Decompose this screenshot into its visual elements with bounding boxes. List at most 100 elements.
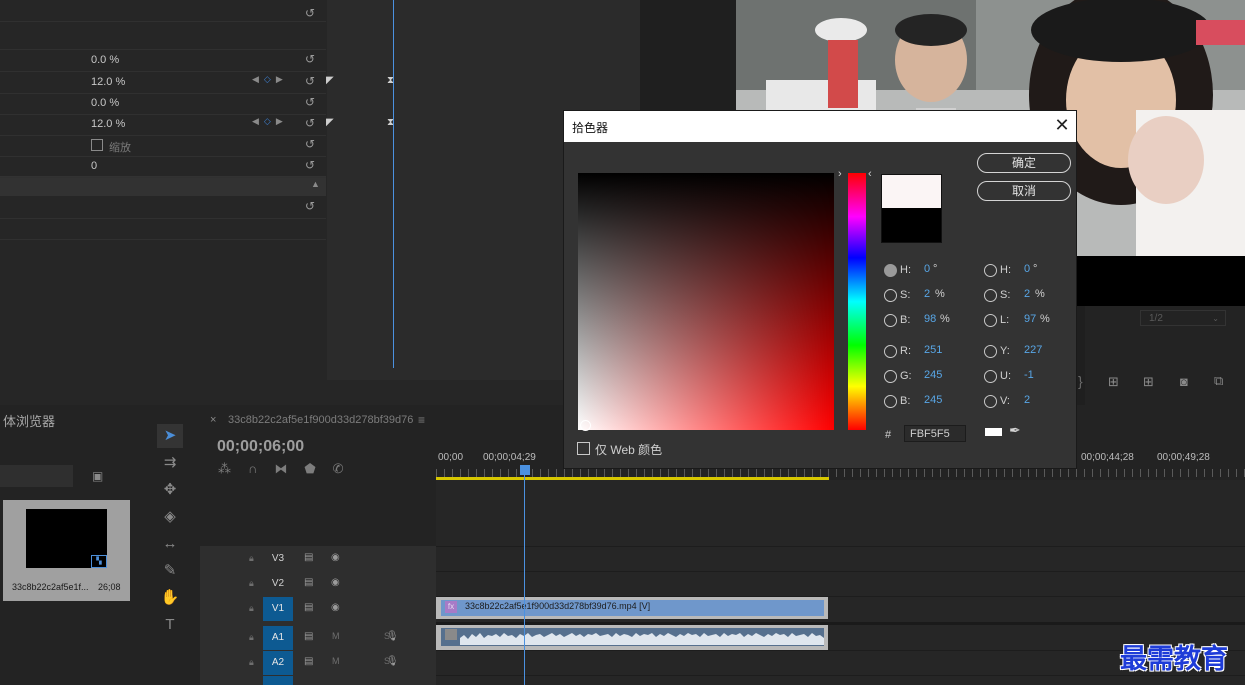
dialog-titlebar[interactable] bbox=[564, 111, 1076, 142]
yuv-v-value[interactable]: 2 bbox=[1024, 394, 1030, 406]
hsb-s-radio[interactable] bbox=[884, 289, 897, 302]
eye-icon[interactable]: ◉ bbox=[331, 552, 340, 563]
reset-icon[interactable]: ↺ bbox=[305, 95, 315, 109]
hsl-l-radio[interactable] bbox=[984, 314, 997, 327]
rgb-r-radio[interactable] bbox=[884, 345, 897, 358]
hand-tool-icon[interactable]: ✋ bbox=[157, 586, 183, 610]
hue-slider[interactable] bbox=[848, 173, 866, 430]
hue-arrow-right-icon[interactable]: › bbox=[838, 168, 842, 180]
reset-icon[interactable]: ↺ bbox=[305, 199, 315, 213]
panel-menu-icon[interactable]: ≡ bbox=[418, 413, 425, 427]
cancel-button[interactable]: 取消 bbox=[977, 181, 1071, 201]
lock-icon[interactable]: 🔒︎ bbox=[249, 553, 254, 564]
sync-lock-icon[interactable]: ▤ bbox=[304, 552, 313, 563]
ok-button[interactable]: 确定 bbox=[977, 153, 1071, 173]
rgb-g-radio[interactable] bbox=[884, 370, 897, 383]
razor-tool-icon[interactable]: ◈ bbox=[157, 505, 183, 529]
collapse-arrow-icon[interactable]: ▲ bbox=[311, 179, 320, 189]
slip-tool-icon[interactable]: ↔ bbox=[157, 532, 183, 556]
web-colors-checkbox[interactable] bbox=[577, 442, 590, 455]
hsl-h-radio[interactable] bbox=[984, 264, 997, 277]
hsb-s-value[interactable]: 2 bbox=[924, 288, 930, 300]
yuv-u-radio[interactable] bbox=[984, 370, 997, 383]
panel-title[interactable]: 体浏览器 bbox=[3, 411, 55, 430]
close-icon[interactable]: × bbox=[210, 414, 216, 426]
eye-icon[interactable]: ◉ bbox=[331, 577, 340, 588]
reset-icon[interactable]: ↺ bbox=[305, 116, 315, 130]
hue-arrow-left-icon[interactable]: ‹ bbox=[868, 168, 872, 180]
eye-icon[interactable]: ◉ bbox=[331, 602, 340, 613]
swatch-frame bbox=[881, 174, 942, 243]
hsb-b-value[interactable]: 98 bbox=[924, 313, 936, 325]
sync-lock-icon[interactable]: ▤ bbox=[304, 631, 313, 642]
yuv-y-radio[interactable] bbox=[984, 345, 997, 358]
eyedropper-icon[interactable]: ✒ bbox=[1009, 422, 1021, 439]
hsl-l-value[interactable]: 97 bbox=[1024, 313, 1036, 325]
button-editor-icon[interactable]: ⧉ bbox=[1214, 373, 1223, 389]
wrench-icon[interactable]: ✆ bbox=[333, 461, 361, 476]
reset-icon[interactable]: ↺ bbox=[305, 6, 315, 20]
ripple-edit-tool-icon[interactable]: ✥ bbox=[157, 478, 183, 502]
track-select-tool-icon[interactable]: ⇉ bbox=[157, 451, 183, 475]
linked-selection-icon[interactable]: ⧓ bbox=[274, 461, 304, 476]
effect-playhead[interactable] bbox=[393, 0, 394, 368]
lock-icon[interactable]: 🔒︎ bbox=[249, 657, 254, 668]
hsl-s-radio[interactable] bbox=[984, 289, 997, 302]
keyframe-navigator[interactable]: ◀◇▶ bbox=[252, 74, 288, 85]
effect-section-header[interactable]: ▲ bbox=[0, 176, 326, 196]
hsb-h-radio[interactable] bbox=[884, 264, 897, 277]
reset-icon[interactable]: ↺ bbox=[305, 137, 315, 151]
snap-icon[interactable]: ∩ bbox=[248, 461, 274, 476]
hsl-h-value[interactable]: 0 bbox=[1024, 263, 1030, 275]
close-icon[interactable]: ✕ bbox=[1052, 113, 1072, 137]
selection-tool-icon[interactable]: ➤ bbox=[157, 424, 183, 448]
effect-row-uniform-scale: 缩放 ↺ bbox=[0, 135, 326, 157]
camera-icon[interactable]: ◙ bbox=[1180, 374, 1188, 389]
saturation-brightness-field[interactable] bbox=[578, 173, 834, 430]
extract-icon[interactable]: ⊞ bbox=[1143, 374, 1154, 390]
sync-lock-icon[interactable]: ▤ bbox=[304, 577, 313, 588]
type-tool-icon[interactable]: T bbox=[157, 613, 183, 637]
reset-icon[interactable]: ↺ bbox=[305, 74, 315, 88]
rgb-g-value[interactable]: 245 bbox=[924, 369, 942, 381]
rgb-b-radio[interactable] bbox=[884, 395, 897, 408]
resolution-select[interactable]: 1/2 ⌄ bbox=[1140, 310, 1226, 326]
rgb-b-value[interactable]: 245 bbox=[924, 394, 942, 406]
yuv-u-value[interactable]: -1 bbox=[1024, 369, 1034, 381]
hsb-b-radio[interactable] bbox=[884, 314, 897, 327]
uniform-scale-checkbox[interactable] bbox=[91, 139, 103, 151]
nest-icon[interactable]: ⁂ bbox=[218, 461, 248, 476]
playhead-handle[interactable] bbox=[520, 465, 530, 475]
lock-icon[interactable]: 🔒︎ bbox=[249, 603, 254, 614]
pen-tool-icon[interactable]: ✎ bbox=[157, 559, 183, 583]
playhead-line[interactable] bbox=[524, 465, 525, 685]
hex-input[interactable]: FBF5F5 bbox=[904, 425, 966, 442]
lock-icon[interactable]: 🔒︎ bbox=[249, 632, 254, 643]
project-search-input[interactable] bbox=[0, 465, 73, 487]
keyframe-navigator[interactable]: ◀◇▶ bbox=[252, 116, 288, 127]
new-bin-icon[interactable]: ▣ bbox=[92, 469, 103, 483]
rgb-r-value[interactable]: 251 bbox=[924, 344, 942, 356]
reset-icon[interactable]: ↺ bbox=[305, 52, 315, 66]
track-header-v3: 🔒︎ V3 ▤ ◉ bbox=[249, 552, 340, 564]
hsl-s-value[interactable]: 2 bbox=[1024, 288, 1030, 300]
add-marker-icon[interactable]: ⬟ bbox=[304, 461, 332, 476]
sync-lock-icon[interactable]: ▤ bbox=[304, 602, 313, 613]
sequence-tab[interactable]: 33c8b22c2af5e1f900d33d278bf39d76 bbox=[228, 414, 413, 426]
lift-icon[interactable]: ⊞ bbox=[1108, 374, 1119, 390]
mute-solo-buttons[interactable]: M S bbox=[332, 631, 411, 641]
web-colors-label[interactable]: 仅 Web 颜色 bbox=[595, 441, 662, 458]
yuv-y-value[interactable]: 227 bbox=[1024, 344, 1042, 356]
playhead-timecode[interactable]: 00;00;06;00 bbox=[217, 438, 304, 456]
keyframe-marker[interactable]: ◤ bbox=[326, 117, 334, 128]
reset-icon[interactable]: ↺ bbox=[305, 158, 315, 172]
mute-solo-buttons[interactable]: M S bbox=[332, 656, 411, 666]
microphone-icon[interactable]: 🎙︎ bbox=[386, 631, 399, 642]
yuv-v-radio[interactable] bbox=[984, 395, 997, 408]
keyframe-marker[interactable]: ◤ bbox=[326, 75, 334, 86]
hsb-h-value[interactable]: 0 bbox=[924, 263, 930, 275]
sync-lock-icon[interactable]: ▤ bbox=[304, 656, 313, 667]
microphone-icon[interactable]: 🎙︎ bbox=[386, 656, 399, 667]
color-field-cursor[interactable] bbox=[580, 420, 591, 431]
lock-icon[interactable]: 🔒︎ bbox=[249, 578, 254, 589]
